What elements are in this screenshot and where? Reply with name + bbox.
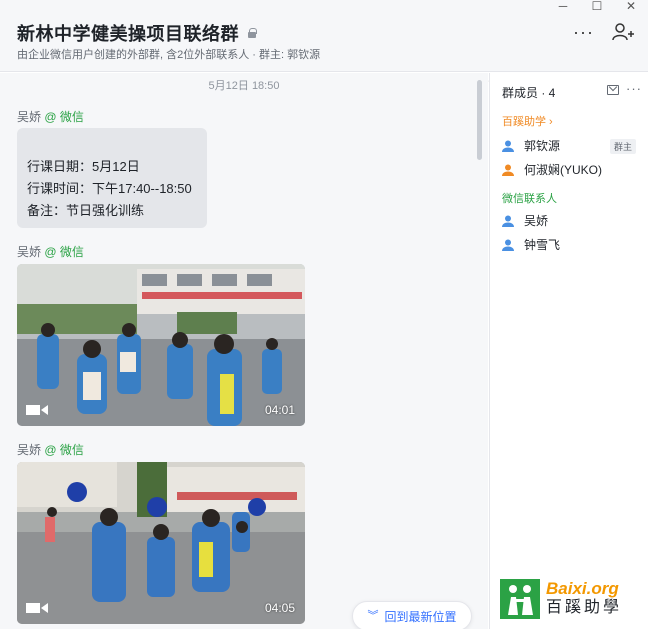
person-icon [502,164,514,176]
minimize-button[interactable]: ─ [546,0,580,12]
sender-name[interactable]: 吴娇 [17,245,41,259]
message-scrollbar[interactable] [477,80,482,160]
sender-name[interactable]: 吴娇 [17,443,41,457]
member-name: 郭钦源 [524,139,561,153]
message-line: 行课时间：下午17:40--18:50 [27,181,192,196]
logo-text-zh: 百蹊助學 [546,599,623,616]
maximize-button[interactable]: ☐ [580,0,614,12]
sender-name[interactable]: 吴娇 [17,110,41,124]
video-thumbnail [17,462,305,624]
owner-badge: 群主 [610,139,637,154]
sender-source: @ 微信 [44,245,84,259]
member-panel: 群成员 · 4 ··· 百蹊助学 › 郭钦源 群主 何淑娴(YUKO) 微信联系… [489,73,648,629]
video-thumbnail [17,264,305,426]
video-message[interactable]: 04:01 [17,264,305,426]
video-duration: 04:01 [264,403,295,417]
message-timestamp: 5月12日 18:50 [208,80,280,92]
video-camera-icon [26,405,48,415]
member-group-wechat: 微信联系人 [502,193,557,205]
mail-icon[interactable] [607,85,619,95]
message-sender: 吴娇 @ 微信 [17,243,84,260]
message-line: 行课日期：5月12日 [27,159,140,174]
person-icon [502,239,514,251]
sender-source: @ 微信 [44,110,84,124]
member-item[interactable]: 吴娇 [502,212,548,229]
window-controls: ─ ☐ ✕ [546,0,648,12]
title-row: 新林中学健美操项目联络群 [17,20,257,46]
jump-to-latest-label: 回到最新位置 [384,609,457,624]
video-camera-icon [26,603,48,613]
member-name: 何淑娴(YUKO) [524,163,603,177]
group-title[interactable]: 新林中学健美操项目联络群 [17,20,239,46]
video-message[interactable]: 04:05 [17,462,305,624]
person-icon [502,140,514,152]
member-name: 吴娇 [524,214,549,228]
close-button[interactable]: ✕ [614,0,648,12]
member-count-title: 群成员 · 4 [502,86,556,100]
message-list[interactable]: 5月12日 18:50 吴娇 @ 微信 行课日期：5月12日 行课时间：下午17… [0,73,488,629]
logo-text-en: Baixi.org [546,579,619,598]
message-line: 备注：节日强化训练 [27,203,145,218]
member-name: 钟雪飞 [524,238,561,252]
text-message-bubble[interactable]: 行课日期：5月12日 行课时间：下午17:40--18:50 备注：节日强化训练 [17,128,207,228]
sender-source: @ 微信 [44,443,84,457]
header-actions: ··· [573,22,634,42]
member-group-company[interactable]: 百蹊助学 › [502,113,553,129]
baixi-logo: Baixi.org 百蹊助學 [500,577,640,621]
video-duration: 04:05 [264,601,295,615]
double-chevron-down-icon: ︾ [367,609,379,622]
logo-mark-icon [500,579,540,619]
person-icon [502,215,514,227]
jump-to-latest-button[interactable]: ︾ 回到最新位置 [352,601,472,629]
group-subtitle: 由企业微信用户创建的外部群, 含2位外部联系人 · 群主: 郭钦源 [17,49,321,61]
message-sender: 吴娇 @ 微信 [17,441,84,458]
message-sender: 吴娇 @ 微信 [17,108,84,125]
member-item[interactable]: 郭钦源 [502,137,560,154]
member-item[interactable]: 何淑娴(YUKO) [502,161,602,178]
member-more-icon[interactable]: ··· [626,81,642,96]
more-options-icon[interactable]: ··· [573,23,594,41]
lock-icon [248,28,257,38]
member-item[interactable]: 钟雪飞 [502,236,560,253]
add-member-icon[interactable] [612,22,634,42]
